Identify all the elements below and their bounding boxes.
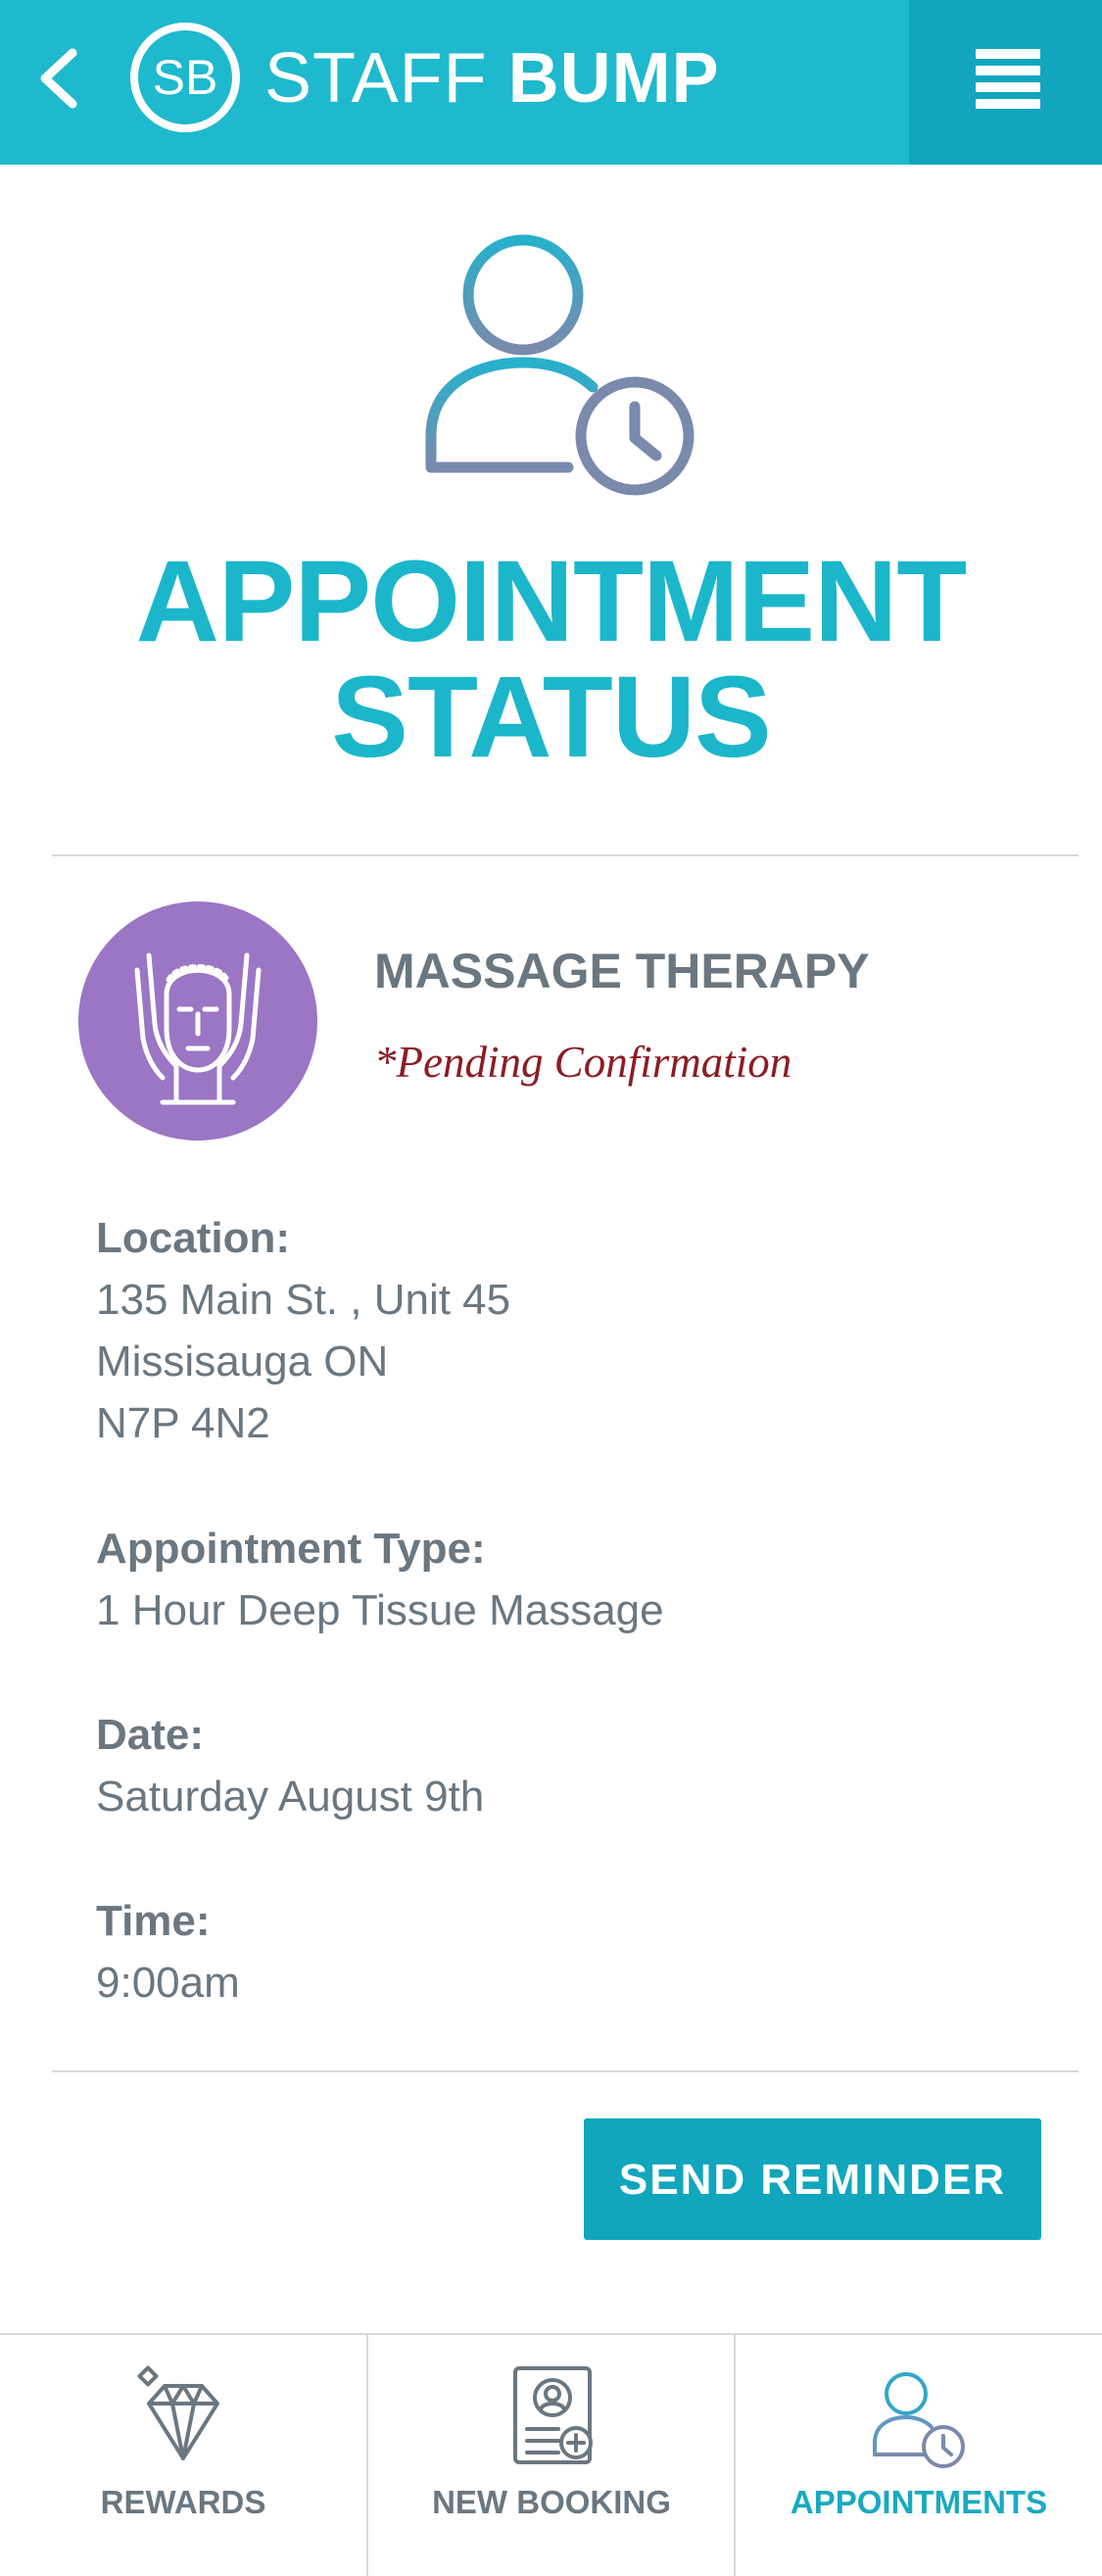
service-name: MASSAGE THERAPY xyxy=(374,944,870,998)
date-label: Date: xyxy=(96,1711,205,1759)
date-block: Date: Saturday August 9th xyxy=(96,1704,484,1827)
location-address-line2: Missisauga ON xyxy=(96,1337,389,1385)
nav-label-rewards: REWARDS xyxy=(100,2484,266,2520)
diamond-icon xyxy=(129,2364,237,2472)
booking-add-icon xyxy=(498,2364,605,2472)
nav-item-new-booking[interactable]: NEW BOOKING xyxy=(368,2335,735,2576)
appointment-type-value: 1 Hour Deep Tissue Massage xyxy=(96,1586,664,1634)
nav-label-appointments: APPOINTMENTS xyxy=(790,2484,1048,2520)
bottom-nav: REWARDS NEW BOOKING APPOINTMENTS xyxy=(0,2333,1102,2576)
send-reminder-button[interactable]: SEND REMINDER xyxy=(584,2118,1041,2240)
divider-bottom xyxy=(52,2070,1078,2072)
menu-button[interactable] xyxy=(909,0,1102,165)
logo-text: SB xyxy=(153,50,218,105)
time-label: Time: xyxy=(96,1897,211,1945)
location-postal-code: N7P 4N2 xyxy=(96,1399,270,1447)
user-clock-icon xyxy=(865,2364,973,2472)
app-header: SB STAFF BUMP xyxy=(0,0,1102,165)
page-title: APPOINTMENT STATUS xyxy=(0,544,1102,775)
appointment-type-block: Appointment Type: 1 Hour Deep Tissue Mas… xyxy=(96,1518,664,1641)
brand-name: STAFF BUMP xyxy=(264,29,720,127)
location-block: Location: 135 Main St. , Unit 45 Missisa… xyxy=(96,1207,510,1454)
user-clock-icon xyxy=(411,230,705,505)
massage-face-icon xyxy=(78,901,317,1141)
date-value: Saturday August 9th xyxy=(96,1773,485,1821)
status-badge: *Pending Confirmation xyxy=(374,1038,792,1087)
brand-light: STAFF xyxy=(264,39,488,118)
nav-item-rewards[interactable]: REWARDS xyxy=(0,2335,366,2576)
appointment-type-label: Appointment Type: xyxy=(96,1525,486,1573)
app-logo: SB xyxy=(129,22,241,133)
nav-label-new-booking: NEW BOOKING xyxy=(432,2484,671,2520)
location-address-line1: 135 Main St. , Unit 45 xyxy=(96,1276,511,1324)
page-title-line1: APPOINTMENT xyxy=(135,537,968,666)
back-button[interactable] xyxy=(29,39,88,118)
location-label: Location: xyxy=(96,1214,290,1262)
nav-item-appointments[interactable]: APPOINTMENTS xyxy=(736,2335,1102,2576)
time-block: Time: 9:00am xyxy=(96,1890,240,2014)
time-value: 9:00am xyxy=(96,1959,240,2007)
divider-top xyxy=(52,854,1078,856)
hamburger-icon xyxy=(976,49,1040,110)
chevron-left-icon xyxy=(40,48,77,109)
brand-bold: BUMP xyxy=(507,39,720,118)
page-title-line2: STATUS xyxy=(331,653,771,782)
